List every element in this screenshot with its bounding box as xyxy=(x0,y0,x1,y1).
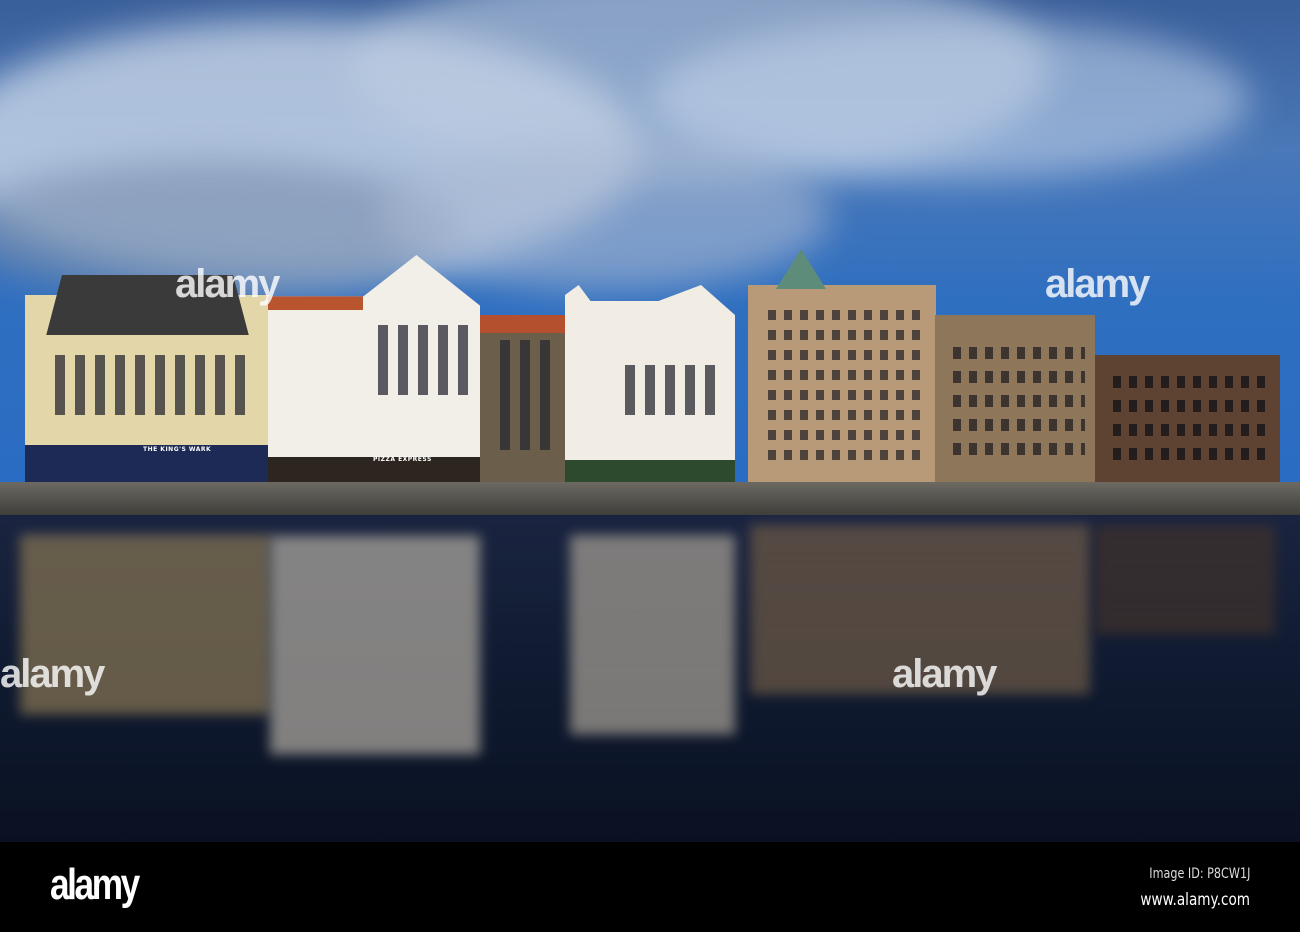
kings-wark-sign: THE KING'S WARK xyxy=(143,446,212,453)
website-link[interactable]: www.alamy.com xyxy=(1140,890,1250,910)
photo: THE KING'S WARK PIZZA EXPRESS alamy alam… xyxy=(0,0,1300,842)
alamy-logo: alamy xyxy=(50,860,140,909)
watermark: alamy xyxy=(892,652,997,696)
image-id: Image ID: P8CW1J xyxy=(1148,866,1250,882)
building-dark xyxy=(480,315,570,485)
building-yellow: THE KING'S WARK xyxy=(25,275,270,485)
building-turret xyxy=(748,249,936,485)
watermark: alamy xyxy=(175,262,280,306)
footer-bar: alamy Image ID: P8CW1J www.alamy.com xyxy=(0,842,1300,932)
building-white-gabled xyxy=(565,285,735,485)
pizza-express-sign: PIZZA EXPRESS xyxy=(373,456,432,463)
watermark: alamy xyxy=(1045,262,1150,306)
building-white: PIZZA EXPRESS xyxy=(268,255,480,485)
watermark: alamy xyxy=(0,652,105,696)
building-tenement xyxy=(935,315,1095,485)
water xyxy=(0,515,1300,842)
waterfront-buildings: THE KING'S WARK PIZZA EXPRESS xyxy=(0,0,1300,500)
quay-wall xyxy=(0,482,1300,518)
building-red-sandstone xyxy=(1095,355,1280,485)
